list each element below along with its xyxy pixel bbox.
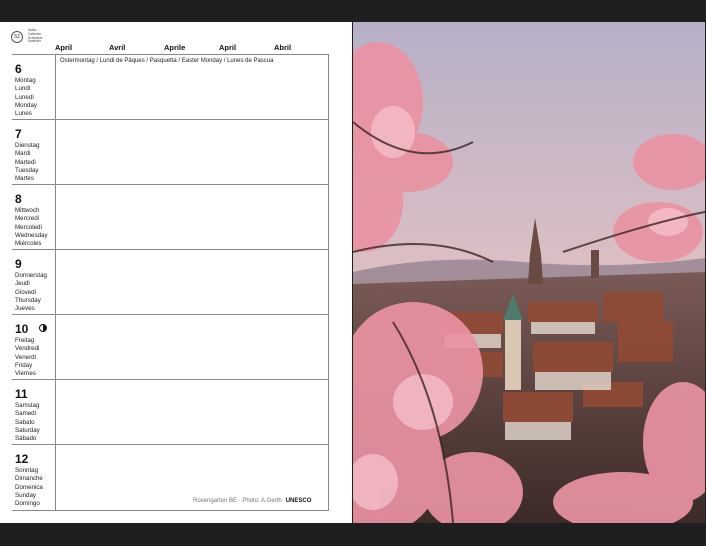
weekday-name: Viernes	[15, 370, 36, 378]
day-number: 11	[15, 387, 28, 401]
weekday-name: Samedi	[15, 410, 36, 418]
weekday-name: Wednesday	[15, 231, 48, 239]
caption-text: Rosengarten BE · Photo: A.Gerth	[193, 498, 282, 504]
photo-caption: Rosengarten BE · Photo: A.Gerth UNESCO	[193, 498, 311, 504]
weekday-names: Samstag Samedi Sabato Saturday Sábado	[15, 402, 40, 443]
weekday-name: Lunedì	[15, 93, 34, 101]
weekday-name: Jueves	[15, 305, 35, 313]
weekday-name: Martes	[15, 175, 34, 183]
weekday-name: Mercredi	[15, 215, 40, 223]
day-grid: 6 Montag Lundi Lunedì Monday Lunes Ostermontag…	[12, 54, 329, 511]
month-label: April	[55, 43, 73, 52]
day-number: 12	[15, 452, 29, 466]
weekday-name: Jeudi	[15, 280, 30, 288]
day-row[interactable]: 11 Samstag Samedi Sabato Saturday Sábado	[12, 379, 329, 445]
weekday-name: Mittwoch	[15, 207, 40, 214]
day-number: 7	[15, 127, 22, 141]
photo-bern-old-town	[353, 22, 705, 523]
weekday-name: Saturday	[15, 426, 40, 434]
day-row[interactable]: 9 Donnerstag Jeudi Giovedì Thursday Jueves	[12, 249, 329, 315]
weekday-name: Sunday	[15, 491, 36, 499]
month-label: April	[219, 43, 237, 52]
month-label: Aprile	[164, 43, 186, 52]
day-row[interactable]: 8 Mittwoch Mercredi Mercoledì Wednesday Miérc…	[12, 184, 329, 250]
unesco-badge: UNESCO	[285, 498, 312, 504]
weekday-name: Tuesday	[15, 166, 39, 174]
weekday-name: Domenica	[15, 483, 43, 491]
weekday-name: Thursday	[15, 296, 41, 304]
weekday-name: Giovedì	[15, 288, 37, 296]
day-number: 10	[15, 322, 29, 336]
day-row[interactable]: 7 Dienstag Mardi Martedì Tuesday Martes	[12, 119, 329, 185]
weekday-name: Donnerstag	[15, 272, 47, 279]
weekday-name: Sonntag	[15, 467, 39, 474]
weekday-name: Miércoles	[15, 240, 42, 248]
weekday-name: Venerdì	[15, 353, 37, 361]
day-number: 6	[15, 62, 22, 76]
weekday-name: Domingo	[15, 500, 40, 508]
half-moon-icon	[39, 324, 47, 332]
weekday-names: Dienstag Mardi Martedì Tuesday Martes	[15, 142, 39, 183]
weekday-name: Freitag	[15, 337, 35, 344]
day-number: 9	[15, 257, 22, 271]
weekday-name: Lunes	[15, 110, 32, 118]
weekday-name: Friday	[15, 361, 33, 369]
weekday-name: Dienstag	[15, 142, 40, 149]
brand-name: Swiss Calendar Schweizer Kalender	[28, 28, 43, 44]
holiday-note: Ostermontag / Lundi de Pâques / Pasquett…	[60, 58, 274, 64]
day-row[interactable]: 10 Freitag Vendredi Venerdì Friday Viernes	[12, 314, 329, 380]
weekday-name: Monday	[15, 101, 38, 109]
weekday-names: Mittwoch Mercredi Mercoledì Wednesday Miérco…	[15, 207, 48, 248]
weekday-names: Freitag Vendredi Venerdì Friday Viernes	[15, 337, 39, 378]
weekday-name: Montag	[15, 77, 36, 84]
day-row[interactable]: 6 Montag Lundi Lunedì Monday Lunes Ostermontag…	[12, 54, 329, 120]
weekday-names: Sonntag Dimanche Domenica Sunday Domingo	[15, 467, 43, 508]
city-photo-illustration	[353, 22, 705, 523]
weekday-name: Sabato	[15, 418, 35, 426]
weekday-names: Donnerstag Jeudi Giovedì Thursday Jueves	[15, 272, 47, 313]
weekday-name: Martedì	[15, 158, 36, 166]
weekday-name: Dimanche	[15, 475, 43, 483]
weekday-name: Vendredi	[15, 345, 40, 353]
weekday-name: Lundi	[15, 85, 31, 93]
brand-logo: 52	[11, 31, 23, 43]
month-label: Avril	[109, 43, 126, 52]
weekday-name: Mercoledì	[15, 223, 43, 231]
clock-tower	[505, 320, 521, 390]
month-label: Abril	[274, 43, 292, 52]
weekday-name: Sábado	[15, 435, 37, 443]
day-number: 8	[15, 192, 22, 206]
weekday-name: Samstag	[15, 402, 40, 409]
weekday-names: Montag Lundi Lunedì Monday Lunes	[15, 77, 37, 118]
weekday-name: Mardi	[15, 150, 31, 158]
